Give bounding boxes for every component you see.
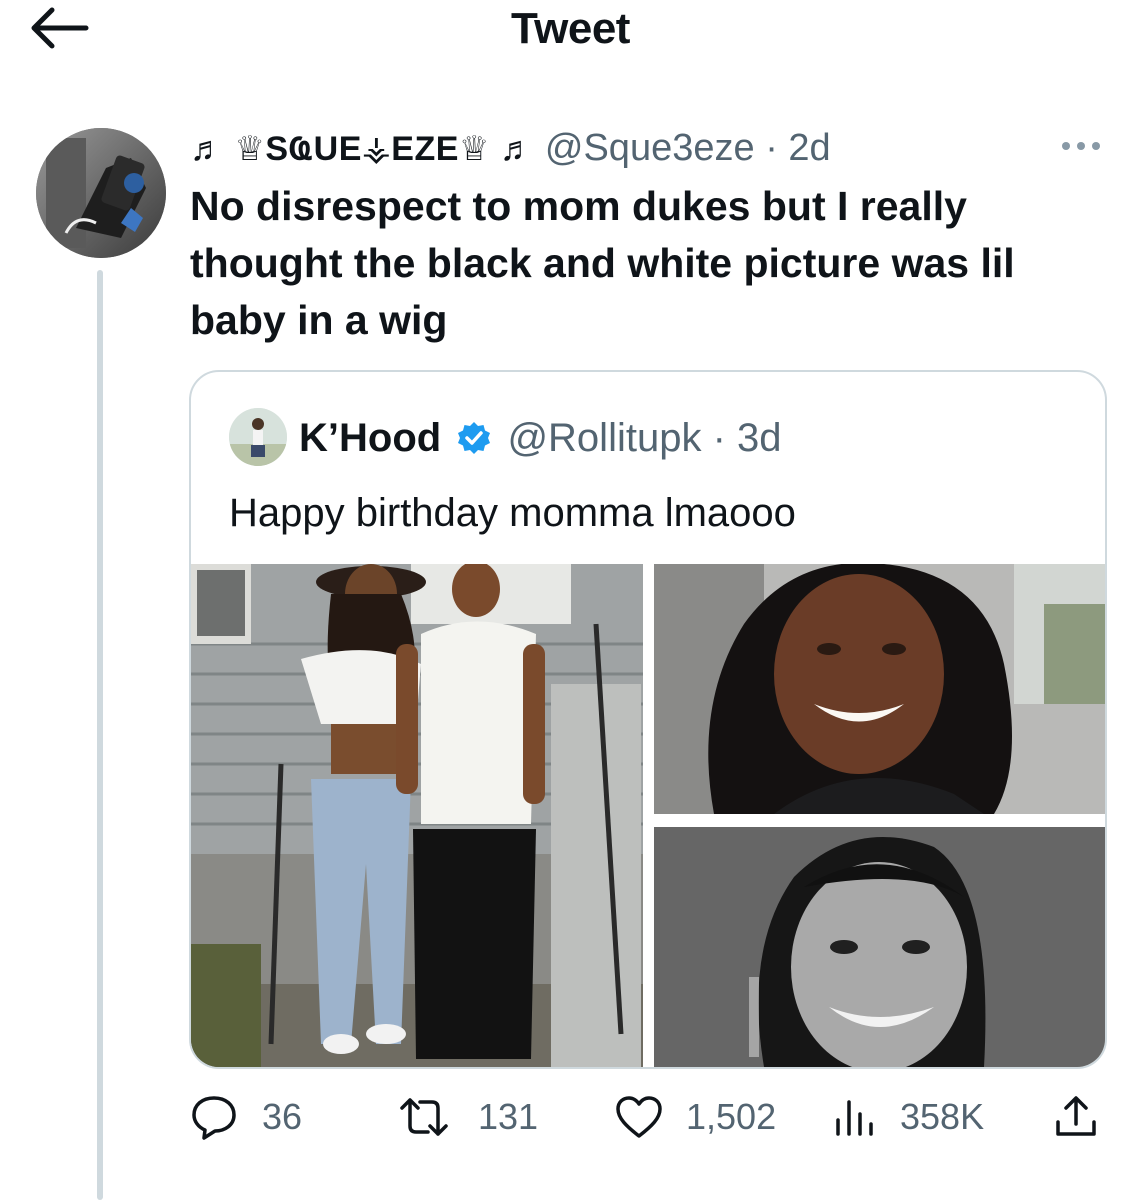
- tweet-text: No disrespect to mom dukes but I really …: [190, 183, 1015, 343]
- retweet-button[interactable]: 131: [396, 1092, 546, 1142]
- tweet-time[interactable]: 2d: [788, 127, 830, 169]
- share-icon: [1056, 1096, 1096, 1136]
- media-photo-two-women[interactable]: [191, 564, 643, 1067]
- quoted-user-handle[interactable]: @Rollitupk: [507, 416, 701, 460]
- quoted-tweet-text: Happy birthday momma lmaooo: [229, 491, 796, 535]
- display-name[interactable]: ♬ ♕SҨUE⚶EZE♕ ♬: [190, 130, 534, 168]
- view-count: 358K: [900, 1096, 985, 1137]
- quoted-avatar[interactable]: [229, 408, 287, 466]
- like-count: 1,502: [686, 1096, 777, 1137]
- reply-count: 36: [262, 1096, 303, 1137]
- two-women-outdoor-photo: [191, 564, 643, 1067]
- verified-badge-icon: [458, 422, 491, 454]
- more-options-button[interactable]: [1058, 133, 1104, 159]
- tweet-action-bar: 36 131 1,502 358K: [190, 1092, 1110, 1142]
- quoted-display-name[interactable]: K’Hood: [299, 416, 441, 460]
- quoted-separator-dot: ·: [712, 416, 726, 460]
- avatar[interactable]: [36, 128, 166, 258]
- more-horizontal-icon: [1062, 142, 1100, 150]
- user-handle[interactable]: @Sque3eze: [545, 127, 755, 169]
- share-button[interactable]: [1052, 1092, 1102, 1142]
- media-photo-car-selfie[interactable]: [654, 564, 1105, 814]
- black-and-white-portrait-photo: [654, 827, 1105, 1067]
- quoted-author-row: K’Hood @Rollitupk · 3d: [299, 415, 782, 461]
- page-title: Tweet: [511, 4, 630, 53]
- retweet-icon: [400, 1098, 448, 1136]
- avatar-image: [36, 128, 166, 258]
- quoted-tweet-time[interactable]: 3d: [737, 416, 782, 460]
- woman-car-selfie-photo: [654, 564, 1105, 814]
- quoted-tweet-card[interactable]: K’Hood @Rollitupk · 3d Happy birthday mo…: [189, 370, 1107, 1069]
- thread-line: [97, 270, 103, 1200]
- retweet-count: 131: [478, 1096, 539, 1137]
- reply-icon: [192, 1096, 236, 1140]
- views-button[interactable]: 358K: [830, 1092, 1000, 1142]
- analytics-icon: [836, 1100, 873, 1136]
- tweet-author-row: ♬ ♕SҨUE⚶EZE♕ ♬ @Sque3eze · 2d: [190, 126, 831, 170]
- like-button[interactable]: 1,502: [614, 1092, 794, 1142]
- heart-icon: [616, 1096, 662, 1138]
- reply-button[interactable]: 36: [190, 1092, 320, 1142]
- media-photo-bw-portrait[interactable]: [654, 827, 1105, 1067]
- top-bar: Tweet: [0, 0, 1141, 60]
- separator-dot: ·: [765, 127, 778, 169]
- quoted-avatar-image: [229, 408, 287, 466]
